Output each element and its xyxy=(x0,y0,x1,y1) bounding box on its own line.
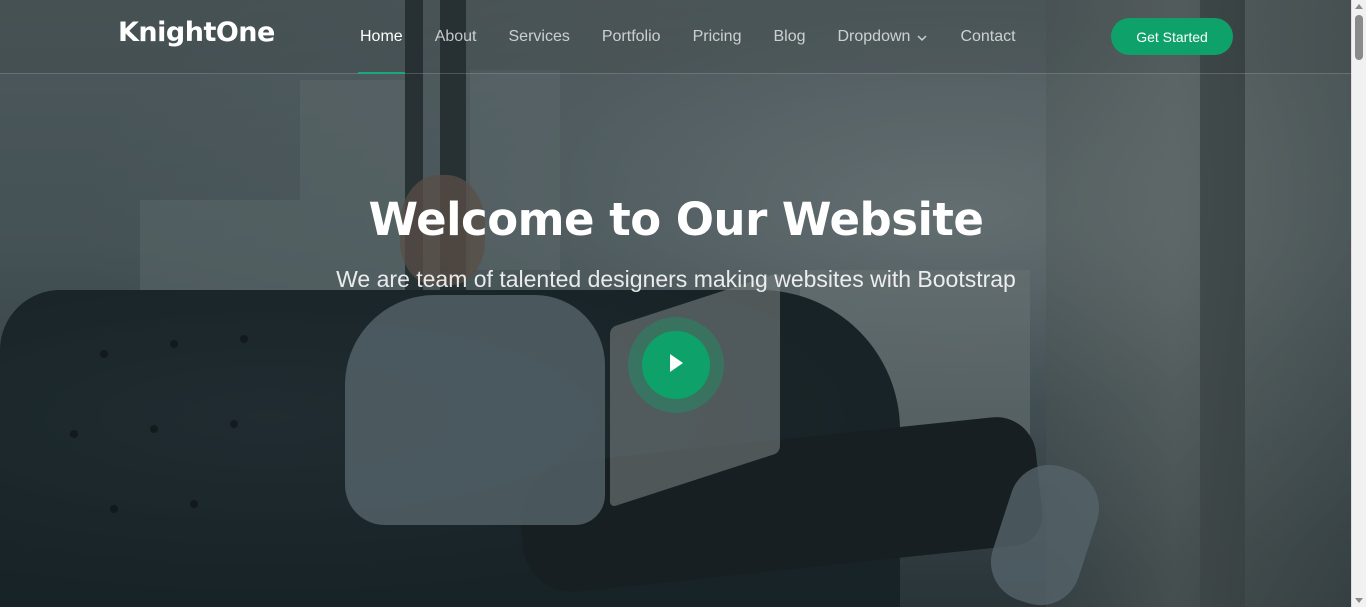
site-header: KnightOne Home About Services Portfolio … xyxy=(0,0,1352,74)
play-video-button[interactable] xyxy=(642,331,710,399)
nav-item-home[interactable]: Home xyxy=(344,0,419,74)
chevron-down-icon xyxy=(916,31,928,43)
nav-item-dropdown[interactable]: Dropdown xyxy=(822,0,945,73)
play-icon xyxy=(666,352,686,378)
page: KnightOne Home About Services Portfolio … xyxy=(0,0,1366,607)
hero-background-image xyxy=(0,0,1366,607)
nav-item-dropdown-label: Dropdown xyxy=(837,27,911,45)
page-scrollbar[interactable] xyxy=(1351,0,1366,607)
nav-item-contact[interactable]: Contact xyxy=(944,0,1031,73)
get-started-button[interactable]: Get Started xyxy=(1111,18,1233,55)
brand-logo[interactable]: KnightOne xyxy=(118,17,275,48)
nav-item-about[interactable]: About xyxy=(419,0,493,73)
nav-item-services[interactable]: Services xyxy=(493,0,586,73)
nav-item-pricing[interactable]: Pricing xyxy=(677,0,758,73)
hero-title: Welcome to Our Website xyxy=(368,193,984,246)
scroll-thumb[interactable] xyxy=(1355,15,1363,60)
nav-item-portfolio[interactable]: Portfolio xyxy=(586,0,677,73)
scroll-up-arrow-icon[interactable] xyxy=(1355,4,1363,9)
hero-subtitle: We are team of talented designers making… xyxy=(336,266,1016,292)
nav-item-blog[interactable]: Blog xyxy=(757,0,821,73)
main-nav: Home About Services Portfolio Pricing Bl… xyxy=(344,0,1032,74)
scroll-down-arrow-icon[interactable] xyxy=(1355,598,1363,603)
